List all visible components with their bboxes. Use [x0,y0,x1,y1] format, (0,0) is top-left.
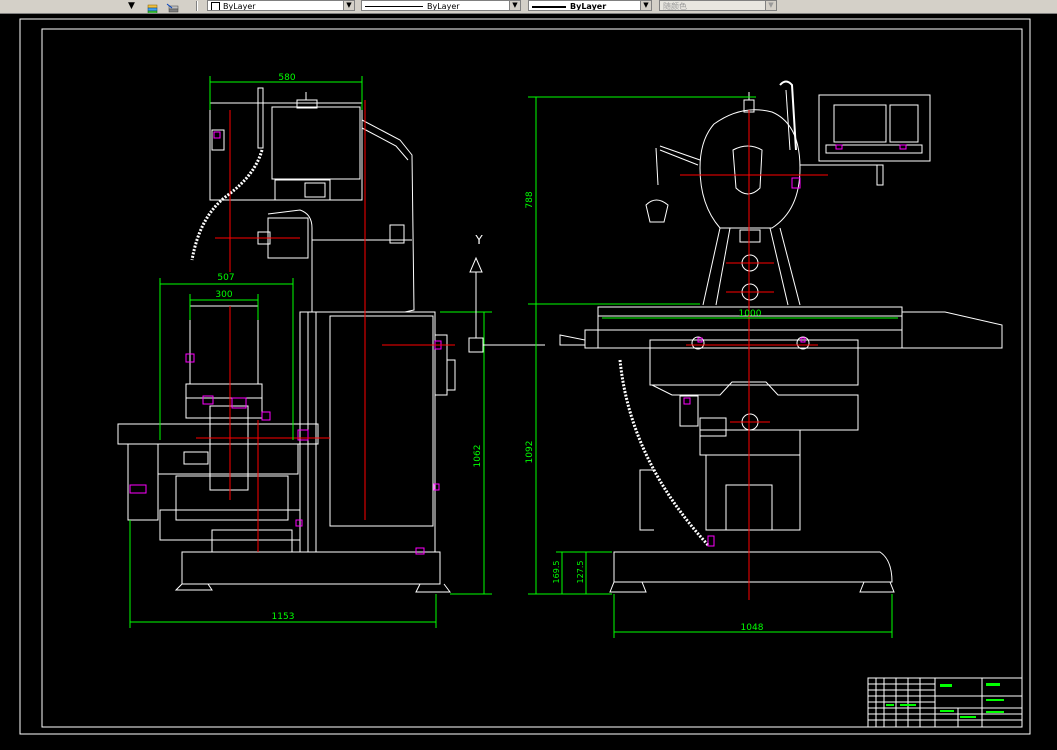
drawing-canvas[interactable]: 580 507 300 1062 1153 Y 788 1000 1092 16… [0,13,1057,746]
side-view-centerlines [196,100,455,552]
dim-1092: 1092 [525,441,535,464]
ucs-icon [468,256,545,353]
chevron-down-icon: ▼ [765,1,776,10]
side-view-accents [129,131,442,555]
front-view [559,80,1003,593]
linetype-combo[interactable]: ByLayer ▼ [361,0,521,11]
lineweight-combo[interactable]: ByLayer ▼ [528,0,652,11]
dim-1000: 1000 [739,309,762,319]
color-swatch-icon [211,2,220,10]
front-view-dimension-text: 788 1000 1092 169.5 127.5 1048 [525,191,764,633]
side-view-dimensions [129,76,492,628]
side-view [117,87,456,593]
chevron-down-icon: ▼ [640,1,651,10]
linetype-preview [365,6,423,7]
properties-toolbar: ▼ ByLayer ▼ ByLayer ▼ ByLayer ▼ 随颜色 ▼ [0,0,1057,14]
color-combo[interactable]: ByLayer ▼ [207,0,355,11]
front-view-dimensions [528,96,898,638]
dim-1153: 1153 [272,612,295,622]
dim-300: 300 [215,290,232,300]
dim-788: 788 [525,191,535,208]
lineweight-preview [532,5,566,8]
dim-169-5: 169.5 [552,561,561,584]
front-view-centerlines [680,110,828,600]
chevron-down-icon: ▼ [343,1,354,10]
layer-stack-icon[interactable] [146,0,160,13]
ucs-y-label: Y [474,233,483,247]
plotstyle-combo: 随颜色 ▼ [659,0,777,11]
chevron-down-icon: ▼ [509,1,520,10]
layer-state-icon[interactable] [166,0,180,13]
dim-1048: 1048 [741,623,764,633]
drawing-border [19,18,1031,735]
dim-580: 580 [278,73,295,83]
dim-1062: 1062 [473,445,483,468]
dim-507: 507 [217,273,234,283]
layer-dropdown-arrow[interactable]: ▼ [128,0,138,12]
dim-127-5: 127.5 [576,561,585,584]
title-block-marks [886,683,1004,718]
